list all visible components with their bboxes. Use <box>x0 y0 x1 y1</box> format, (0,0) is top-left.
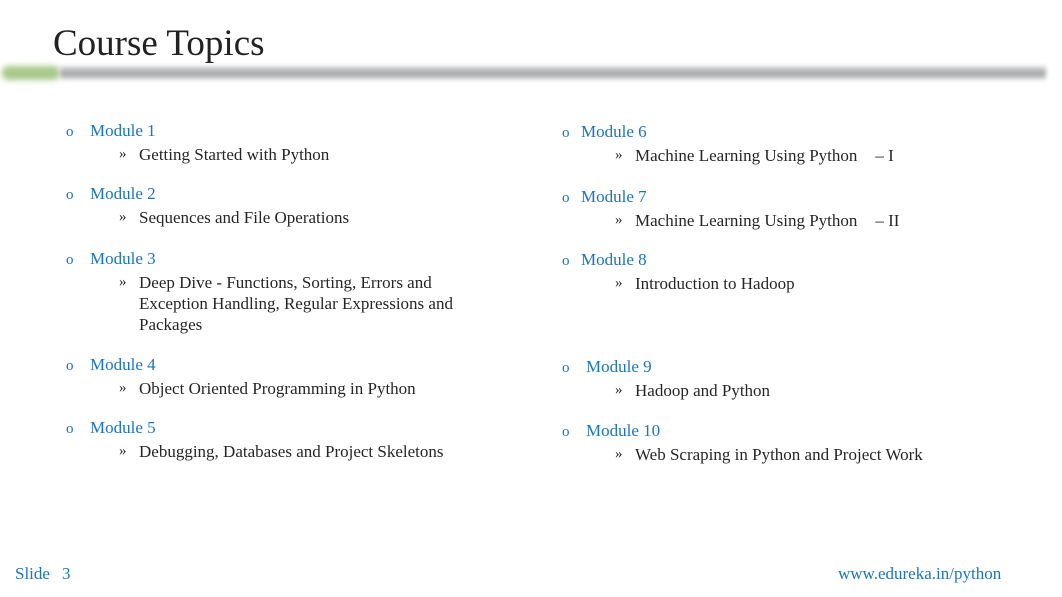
module-item: o Module 10 » Web Scraping in Python and… <box>562 420 923 465</box>
website-link[interactable]: www.edureka.in/python <box>838 563 1001 584</box>
double-chevron-bullet-icon: » <box>119 443 127 459</box>
module-name: Module 5 <box>90 418 156 437</box>
double-chevron-bullet-icon: » <box>119 209 127 225</box>
circle-bullet-icon: o <box>66 421 74 437</box>
module-name: Module 6 <box>581 122 647 141</box>
module-name: Module 10 <box>586 421 661 440</box>
module-topic: Web Scraping in Python and Project Work <box>635 445 923 464</box>
module-item: o Module 3 » Deep Dive - Functions, Sort… <box>53 248 484 335</box>
module-item: o Module 9 » Hadoop and Python <box>562 356 770 401</box>
module-name: Module 8 <box>581 250 647 269</box>
title-underline-bar <box>0 62 1046 84</box>
circle-bullet-icon: o <box>66 252 74 268</box>
circle-bullet-icon: o <box>562 253 570 269</box>
module-topic-part: – I <box>875 146 894 165</box>
circle-bullet-icon: o <box>562 190 570 206</box>
slide-title: Course Topics <box>53 23 265 64</box>
circle-bullet-icon: o <box>66 187 74 203</box>
slide-label: Slide <box>15 564 50 583</box>
module-topic: Hadoop and Python <box>635 381 771 400</box>
module-topic: Getting Started with Python <box>139 145 330 164</box>
module-topic: Introduction to Hadoop <box>635 274 795 293</box>
module-topic: Object Oriented Programming in Python <box>139 379 416 398</box>
double-chevron-bullet-icon: » <box>615 446 623 462</box>
module-item: o Module 1 » Getting Started with Python <box>53 120 329 165</box>
double-chevron-bullet-icon: » <box>615 147 623 163</box>
module-name: Module 3 <box>90 249 156 268</box>
module-item: o Module 8 » Introduction to Hadoop <box>562 249 795 294</box>
module-item: o Module 2 » Sequences and File Operatio… <box>53 183 349 228</box>
module-topic: Debugging, Databases and Project Skeleto… <box>139 442 444 461</box>
slide-number-footer: Slide 3 <box>15 563 70 584</box>
circle-bullet-icon: o <box>66 124 74 140</box>
circle-bullet-icon: o <box>562 125 570 141</box>
module-topic: Deep Dive - Functions, Sorting, Errors a… <box>139 273 453 334</box>
module-item: o Module 7 » Machine Learning Using Pyth… <box>562 186 899 231</box>
double-chevron-bullet-icon: » <box>119 274 127 290</box>
module-item: o Module 5 » Debugging, Databases and Pr… <box>53 417 444 462</box>
module-topic: Machine Learning Using Python <box>635 211 858 230</box>
module-name: Module 4 <box>90 355 156 374</box>
slide-number: 3 <box>61 564 71 583</box>
module-topic: Machine Learning Using Python <box>635 146 858 165</box>
module-item: o Module 6 » Machine Learning Using Pyth… <box>562 121 894 166</box>
module-item: o Module 4 » Object Oriented Programming… <box>53 354 416 399</box>
title-bar-gray-segment <box>60 66 1046 80</box>
circle-bullet-icon: o <box>562 360 570 376</box>
module-name: Module 2 <box>90 184 156 203</box>
double-chevron-bullet-icon: » <box>119 146 127 162</box>
module-name: Module 9 <box>586 357 652 376</box>
title-bar-green-segment <box>2 66 60 80</box>
circle-bullet-icon: o <box>66 358 74 374</box>
module-name: Module 1 <box>90 121 156 140</box>
double-chevron-bullet-icon: » <box>119 380 127 396</box>
double-chevron-bullet-icon: » <box>615 275 623 291</box>
circle-bullet-icon: o <box>562 424 570 440</box>
double-chevron-bullet-icon: » <box>615 382 623 398</box>
module-topic-part: – II <box>875 211 900 230</box>
double-chevron-bullet-icon: » <box>615 212 623 228</box>
module-topic: Sequences and File Operations <box>139 208 350 227</box>
module-name: Module 7 <box>581 187 647 206</box>
